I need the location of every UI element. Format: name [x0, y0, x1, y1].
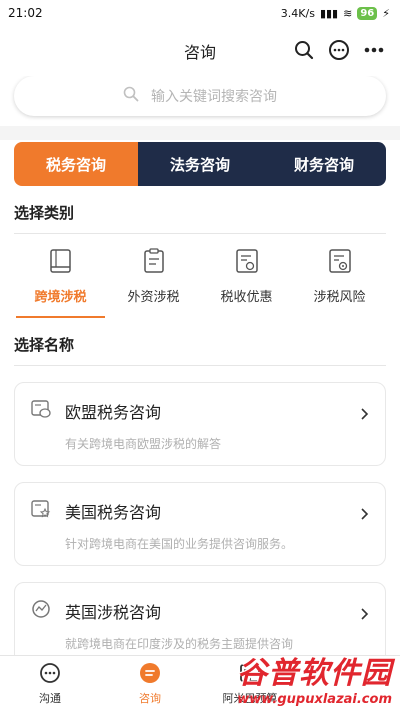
star-card-icon — [31, 499, 51, 523]
status-time: 21:02 — [8, 6, 43, 20]
consult-type-tabs: 税务咨询 法务咨询 财务咨询 — [14, 142, 386, 186]
book-icon — [49, 248, 73, 278]
tab-finance[interactable]: 财务咨询 — [262, 142, 386, 186]
category-risk[interactable]: 涉税风险 — [293, 234, 386, 318]
chevron-right-icon — [361, 605, 369, 624]
category-section-title: 选择类别 — [14, 202, 386, 234]
name-section-title: 选择名称 — [14, 334, 386, 366]
category-cross-border[interactable]: 跨境涉税 — [14, 234, 107, 318]
category-foreign[interactable]: 外资涉税 — [107, 234, 200, 318]
tab-legal[interactable]: 法务咨询 — [138, 142, 262, 186]
consult-item-eu[interactable]: 欧盟税务咨询 有关跨境电商欧盟涉税的解答 — [14, 382, 386, 466]
more-icon[interactable] — [364, 47, 384, 53]
app-header: 咨询 — [0, 26, 400, 76]
chat-bubble-icon — [39, 662, 61, 687]
status-bar: 21:02 3.4K/s ▮▮▮ ≋ 96 ⚡ — [0, 0, 400, 26]
nav-label: 沟通 — [39, 691, 61, 705]
chat-card-icon — [31, 399, 51, 423]
consult-item-us[interactable]: 美国税务咨询 针对跨境电商在美国的业务提供咨询服务。 — [14, 482, 386, 566]
category-incentive[interactable]: 税收优惠 — [200, 234, 293, 318]
message-icon[interactable] — [328, 39, 350, 61]
charging-icon: ⚡ — [382, 6, 390, 20]
refresh-circle-icon — [31, 599, 51, 623]
search-input[interactable]: 输入关键词搜索咨询 — [14, 76, 386, 116]
category-list: 跨境涉税 外资涉税 税收优惠 涉税风险 — [14, 234, 386, 318]
consult-item-desc: 针对跨境电商在美国的业务提供咨询服务。 — [65, 537, 294, 551]
category-label: 涉税风险 — [313, 289, 366, 305]
search-field-icon — [123, 86, 139, 106]
category-label: 税收优惠 — [220, 289, 273, 305]
network-speed: 3.4K/s — [280, 6, 315, 20]
risk-doc-icon — [328, 248, 352, 278]
chevron-right-icon — [361, 405, 369, 424]
watermark: 谷普软件园 www.gupuxlazai.com — [237, 648, 392, 707]
bottom-nav: 沟通 咨询 阿米巴预算 谷普软件园 www.gupuxlazai.com — [0, 655, 400, 711]
watermark-title: 谷普软件园 — [237, 656, 392, 691]
signal-icon: ▮▮▮ — [319, 6, 339, 20]
page-title: 咨询 — [183, 43, 216, 62]
nav-label: 咨询 — [139, 691, 161, 705]
watermark-url: www.gupuxlazai.com — [237, 692, 392, 707]
discount-doc-icon — [235, 248, 259, 278]
consult-item-name: 英国涉税咨询 — [65, 603, 162, 622]
consult-item-name: 美国税务咨询 — [65, 503, 162, 522]
search-icon[interactable] — [294, 40, 314, 60]
main-content: 税务咨询 法务咨询 财务咨询 选择类别 跨境涉税 外资涉税 税收优惠 涉税风险 … — [0, 140, 400, 711]
battery-level: 96 — [357, 6, 378, 20]
wifi-icon: ≋ — [343, 6, 353, 20]
chevron-right-icon — [361, 505, 369, 524]
consult-icon — [139, 662, 161, 687]
clipboard-icon — [142, 247, 166, 278]
category-label: 跨境涉税 — [34, 289, 87, 305]
consult-item-name: 欧盟税务咨询 — [65, 403, 162, 422]
search-placeholder: 输入关键词搜索咨询 — [151, 89, 277, 105]
category-label: 外资涉税 — [127, 289, 180, 305]
tab-tax[interactable]: 税务咨询 — [14, 142, 138, 186]
nav-consult[interactable]: 咨询 — [100, 656, 200, 711]
status-indicators: 3.4K/s ▮▮▮ ≋ 96 ⚡ — [280, 6, 390, 20]
nav-chat[interactable]: 沟通 — [0, 656, 100, 711]
consult-item-desc: 有关跨境电商欧盟涉税的解答 — [65, 437, 222, 451]
